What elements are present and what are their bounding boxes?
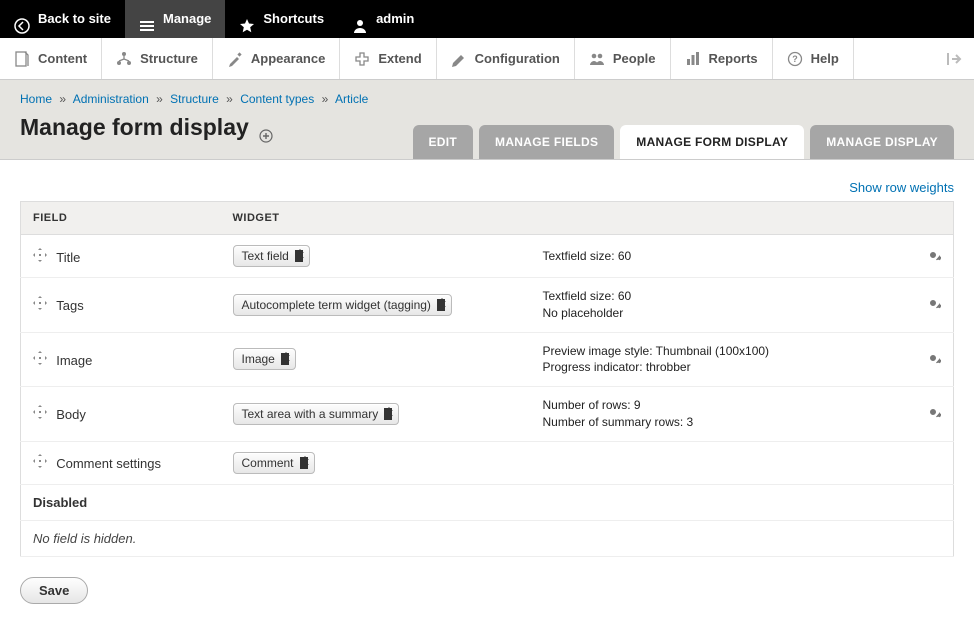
gear-icon[interactable] [925,251,941,266]
widget-select-value: Autocomplete term widget (tagging) [242,298,431,312]
tab-manage-fields[interactable]: MANAGE FIELDS [479,125,614,159]
table-row: Title Text field Textfield size: 60 [21,235,954,278]
back-label: Back to site [38,0,111,38]
table-row: Image Image Preview image style: Thumbnail… [21,332,954,387]
breadcrumb-administration[interactable]: Administration [73,92,149,106]
drag-handle-icon[interactable] [33,405,49,422]
field-display-table: FIELD WIDGET Title Text field Textfield si… [20,201,954,557]
menu-structure[interactable]: Structure [102,38,213,79]
th-widget: WIDGET [221,202,531,235]
people-icon [589,51,605,67]
page-header-region: Home » Administration » Structure » Cont… [0,80,974,160]
widget-select[interactable]: Autocomplete term widget (tagging) [233,294,452,316]
save-button[interactable]: Save [20,577,88,604]
shortcuts-link[interactable]: Shortcuts [225,0,338,38]
tab-manage-display[interactable]: MANAGE DISPLAY [810,125,954,159]
extend-icon [354,51,370,67]
user-label: admin [376,0,414,38]
user-menu[interactable]: admin [338,0,428,38]
toolbar-top: Back to site Manage Shortcuts admin [0,0,974,38]
disabled-section-row: Disabled [21,484,954,520]
no-hidden-row: No field is hidden. [21,520,954,556]
menu-content[interactable]: Content [0,38,102,79]
svg-text:?: ? [792,54,798,64]
no-hidden-text: No field is hidden. [21,520,954,556]
configuration-icon [451,51,467,67]
menu-people[interactable]: People [575,38,671,79]
breadcrumb-structure[interactable]: Structure [170,92,219,106]
breadcrumb-content-types[interactable]: Content types [240,92,314,106]
gear-icon[interactable] [925,299,941,314]
widget-select[interactable]: Image [233,348,296,370]
widget-select-value: Image [242,352,275,366]
widget-select-value: Text field [242,249,289,263]
hamburger-icon [139,11,155,27]
widget-summary: Number of rows: 9Number of summary rows:… [543,397,902,431]
field-label: Image [56,353,92,368]
appearance-icon [227,51,243,67]
structure-icon [116,51,132,67]
help-icon: ? [787,51,803,67]
admin-menu: Content Structure Appearance Extend Conf… [0,38,974,80]
manage-menu-toggle[interactable]: Manage [125,0,225,38]
star-icon [239,11,255,27]
shortcut-add-icon[interactable] [259,122,273,136]
disabled-label: Disabled [21,484,954,520]
widget-summary: Textfield size: 60 [543,248,902,265]
tab-manage-form-display[interactable]: MANAGE FORM DISPLAY [620,125,804,159]
breadcrumb: Home » Administration » Structure » Cont… [20,92,954,106]
table-row: Comment settings Comment [21,441,954,484]
show-row-weights-link[interactable]: Show row weights [20,180,954,195]
back-to-site-link[interactable]: Back to site [0,0,125,38]
menu-reports[interactable]: Reports [671,38,773,79]
manage-label: Manage [163,0,211,38]
gear-icon[interactable] [925,354,941,369]
field-label: Comment settings [56,456,161,471]
widget-select-value: Text area with a summary [242,407,379,421]
content-icon [14,51,30,67]
widget-summary: Preview image style: Thumbnail (100x100)… [543,343,902,377]
field-label: Tags [56,298,83,313]
drag-handle-icon[interactable] [33,454,49,471]
drag-handle-icon[interactable] [33,351,49,368]
gear-icon[interactable] [925,408,941,423]
widget-select[interactable]: Text field [233,245,310,267]
menu-configuration[interactable]: Configuration [437,38,575,79]
widget-select-value: Comment [242,456,294,470]
collapse-toolbar-button[interactable] [946,38,962,80]
drag-handle-icon[interactable] [33,248,49,265]
drag-handle-icon[interactable] [33,296,49,313]
menu-help[interactable]: ?Help [773,38,854,79]
back-icon [14,11,30,27]
th-field: FIELD [21,202,221,235]
table-row: Body Text area with a summary Number of ro… [21,387,954,442]
menu-appearance[interactable]: Appearance [213,38,340,79]
primary-tabs: EDIT MANAGE FIELDS MANAGE FORM DISPLAY M… [413,125,955,159]
content-region: Show row weights FIELD WIDGET Title Text … [0,160,974,634]
widget-select[interactable]: Text area with a summary [233,403,400,425]
widget-select[interactable]: Comment [233,452,315,474]
menu-extend[interactable]: Extend [340,38,436,79]
reports-icon [685,51,701,67]
shortcuts-label: Shortcuts [263,0,324,38]
field-label: Body [56,407,86,422]
breadcrumb-home[interactable]: Home [20,92,52,106]
user-icon [352,11,368,27]
field-label: Title [56,250,80,265]
widget-summary: Textfield size: 60No placeholder [543,288,902,322]
table-row: Tags Autocomplete term widget (tagging) Te… [21,278,954,333]
breadcrumb-article[interactable]: Article [335,92,368,106]
tab-edit[interactable]: EDIT [413,125,474,159]
